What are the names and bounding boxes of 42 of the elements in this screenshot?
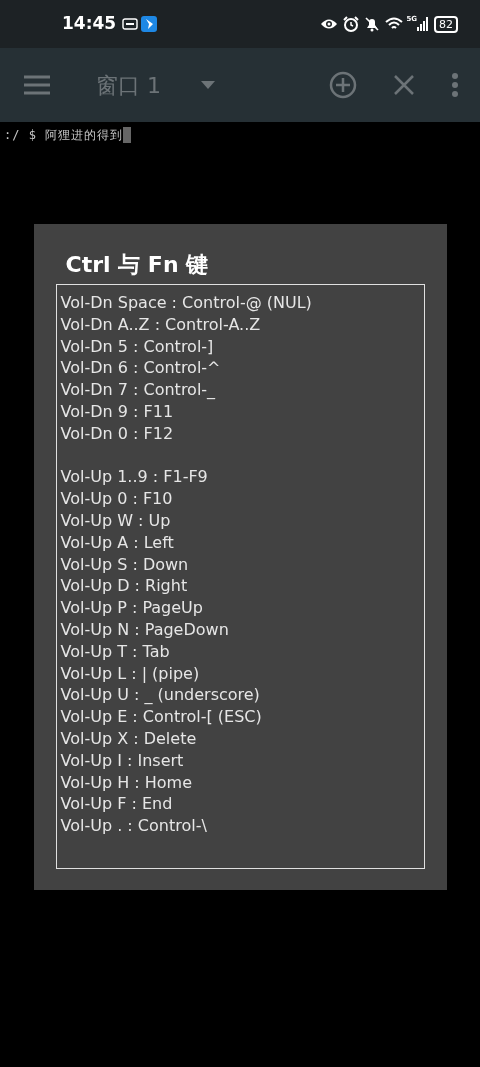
eye-icon (320, 18, 339, 30)
signal-icon (417, 17, 429, 31)
dropdown-caret-icon[interactable] (201, 81, 215, 89)
more-icon[interactable] (452, 73, 458, 97)
wifi-icon (385, 17, 404, 31)
shortcut-line: Vol-Up E : Control-[ (ESC) (60, 706, 263, 728)
shortcut-line: Vol-Up L : | (pipe) (60, 662, 201, 685)
window-title[interactable]: 窗口 1 (96, 68, 161, 102)
mute-bell-icon (364, 16, 381, 32)
shortcut-line: Vol-Dn A..Z : Control-A..Z (60, 313, 262, 336)
shortcut-line: Vol-Dn Space : Control-@ (NUL) (60, 292, 313, 314)
shortcut-line: Vol-Up W : Up (60, 509, 172, 532)
shortcut-line: Vol-Up D : Right (60, 575, 189, 598)
shortcut-line: Vol-Dn 9 : F11 (60, 401, 175, 423)
terminal-prompt: :/ $ 阿狸进的得到 (4, 127, 124, 144)
shortcut-line: Vol-Dn 5 : Control-] (60, 335, 215, 358)
shortcut-line: Vol-Up I : Insert (60, 749, 185, 772)
shortcut-line: Vol-Up S : Down (60, 553, 190, 576)
screen-icon (122, 18, 139, 30)
shortcut-line: Vol-Up F : End (60, 793, 174, 816)
alarm-icon (343, 16, 360, 32)
close-icon[interactable] (394, 75, 414, 95)
shortcut-line: Vol-Dn 7 : Control-_ (60, 379, 217, 401)
shortcut-line: Vol-Up 1..9 : F1-F9 (60, 466, 209, 489)
shortcut-line: Vol-Up T : Tab (60, 640, 171, 663)
shortcut-line: Vol-Up H : Home (60, 771, 193, 794)
shortcut-line: Vol-Up X : Delete (60, 727, 198, 750)
shortcut-line: Vol-Dn 0 : F12 (60, 422, 175, 445)
dialog-title: Ctrl 与 Fn 键 (65, 251, 210, 279)
shortcut-line: Vol-Up . : Control-\ (60, 815, 208, 837)
menu-icon[interactable] (24, 75, 50, 95)
shortcut-line: Vol-Up A : Left (60, 531, 175, 554)
battery-indicator: 82 (434, 15, 458, 33)
shortcut-line: Vol-Up 0 : F10 (60, 488, 174, 510)
clock: 14:45 (62, 12, 117, 36)
shortcut-line: Vol-Dn 6 : Control-^ (60, 357, 222, 380)
shortcut-line: Vol-Up U : _ (underscore) (60, 684, 261, 707)
cursor (123, 127, 132, 143)
shortcut-line: Vol-Up N : PageDown (60, 618, 230, 641)
app-icon (141, 16, 158, 32)
add-circle-icon[interactable] (329, 71, 357, 99)
shortcut-line: Vol-Up P : PageUp (60, 597, 204, 619)
